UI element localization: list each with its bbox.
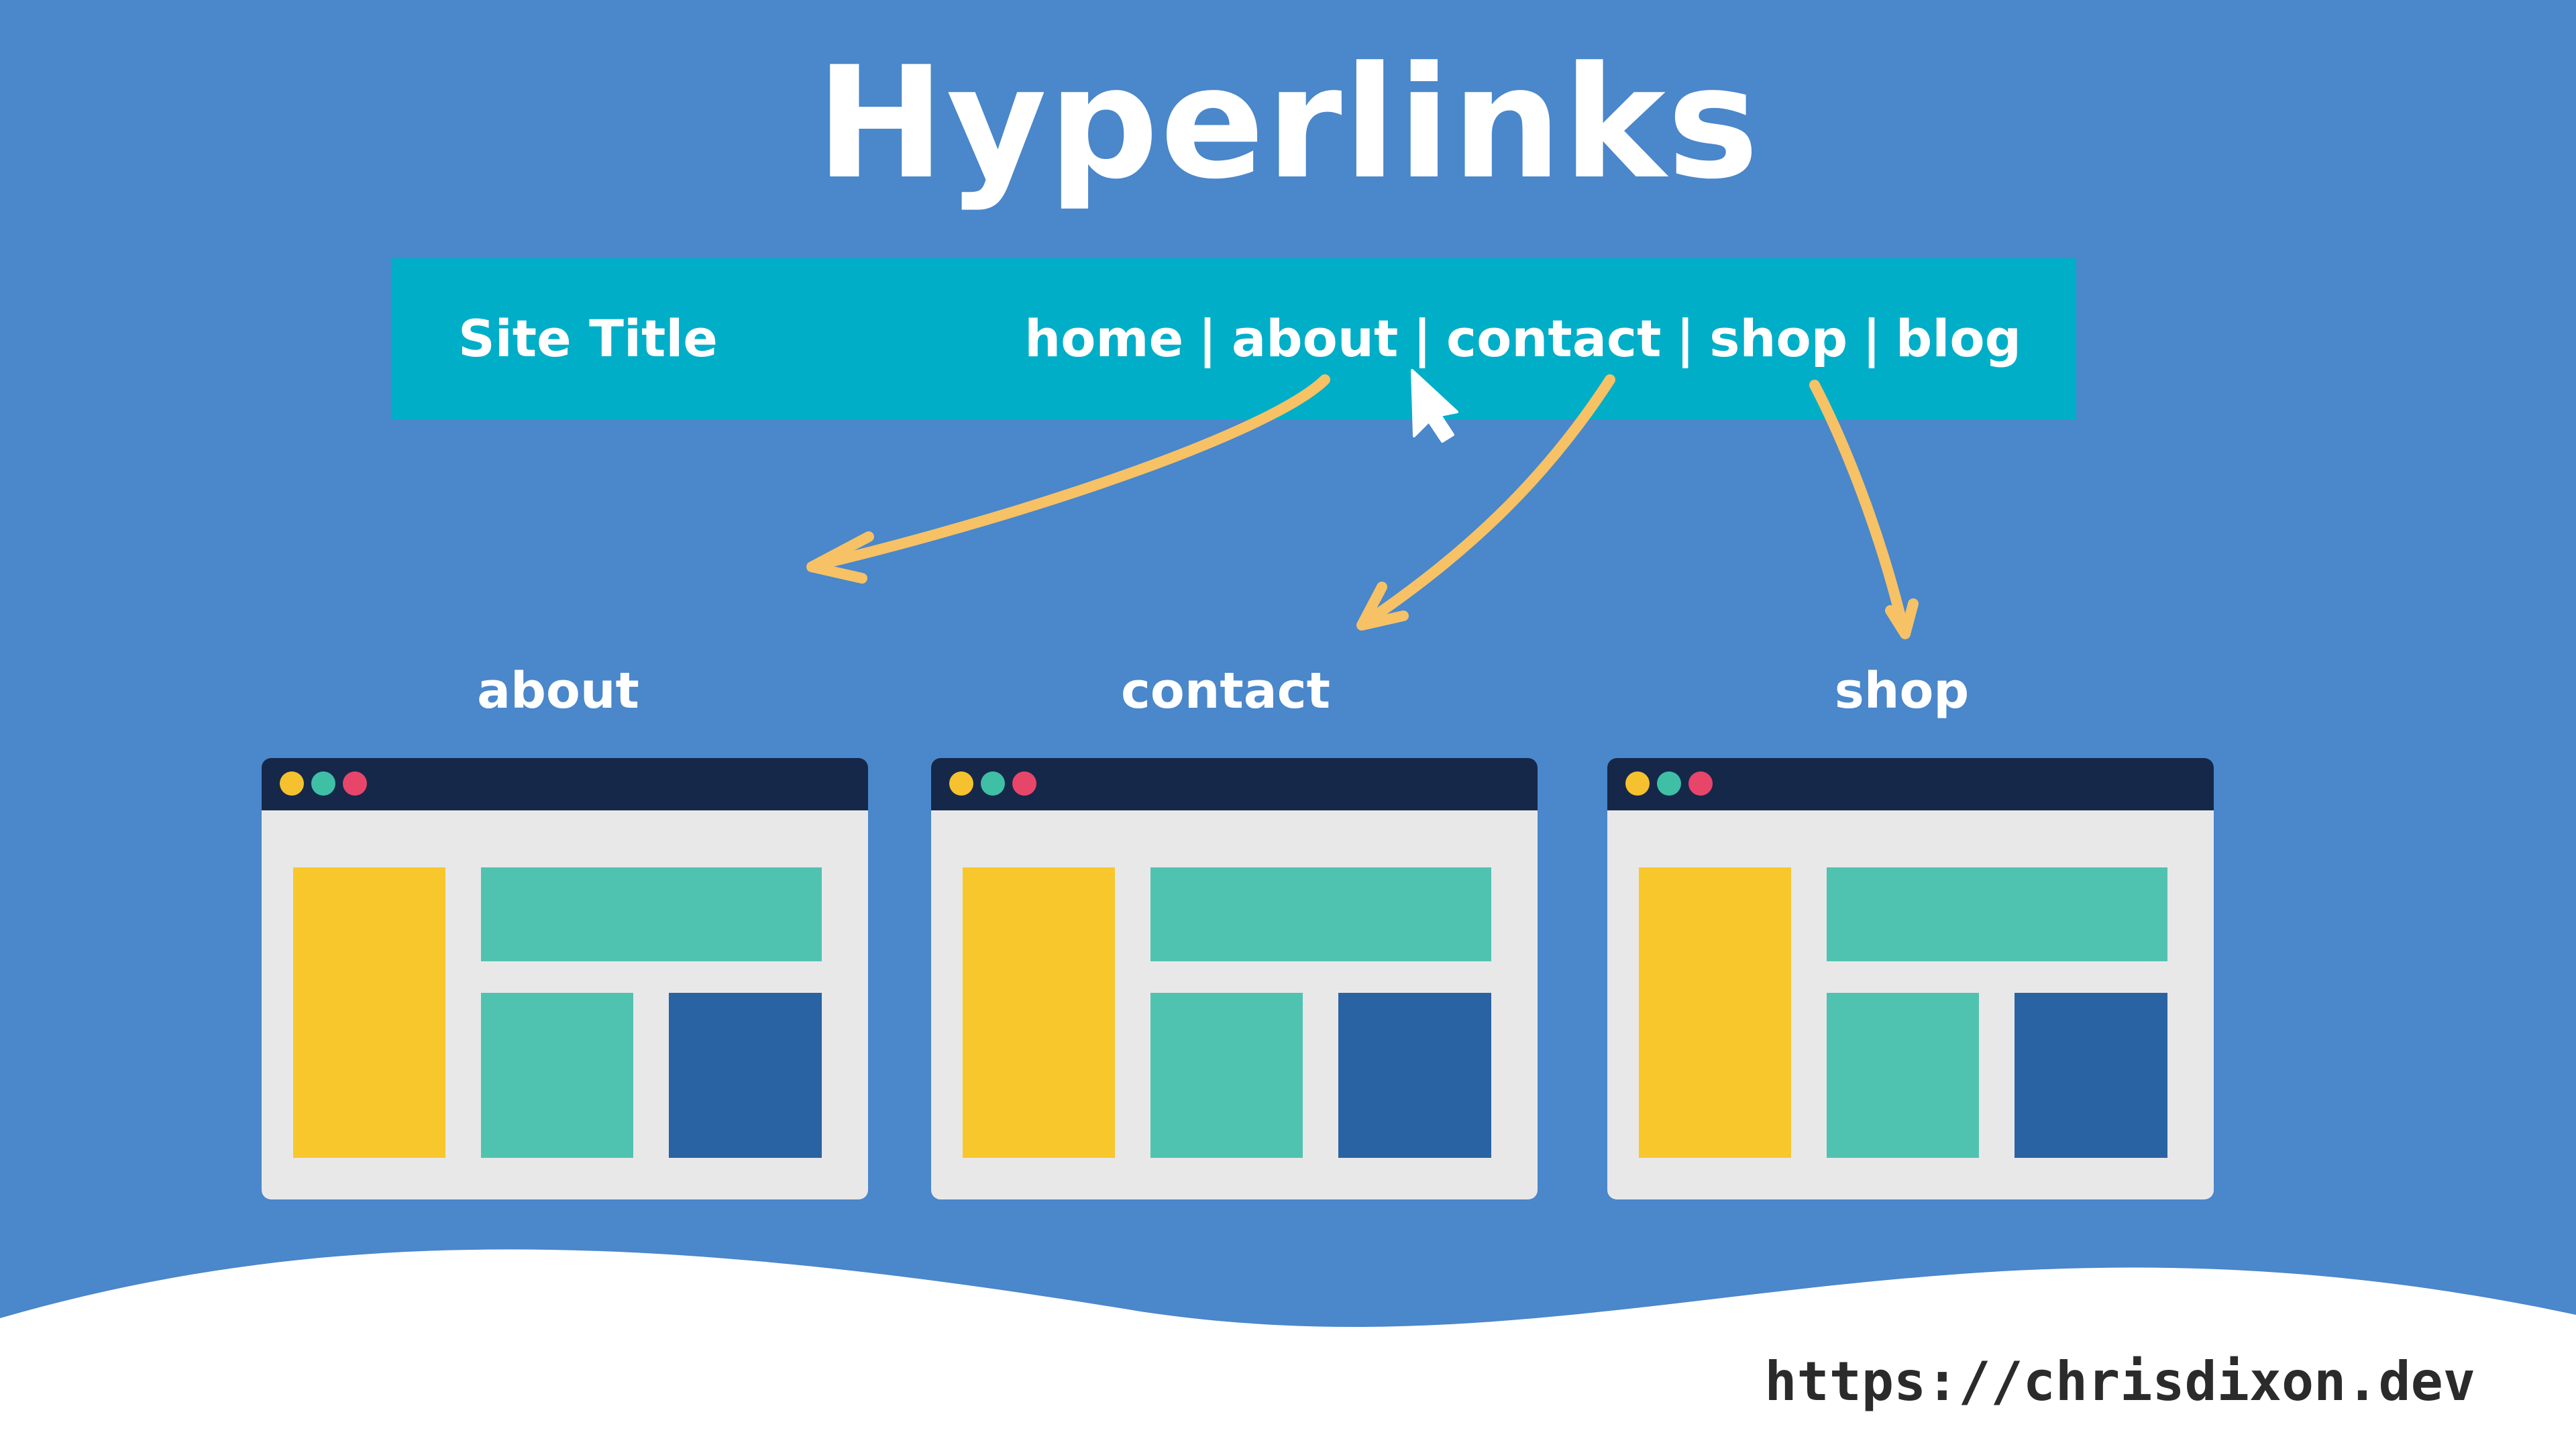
content-block xyxy=(1150,993,1303,1158)
dot-pink-icon xyxy=(1012,771,1036,796)
contact-page-window xyxy=(931,758,1538,1199)
header-block xyxy=(481,867,822,961)
content-block-blue xyxy=(1338,993,1491,1158)
dot-yellow-icon xyxy=(949,771,973,796)
cursor-icon xyxy=(1411,369,1458,443)
sidebar-block xyxy=(963,867,1115,1158)
arrow-to-about xyxy=(813,374,1330,570)
page-label-contact: contact xyxy=(1121,662,1330,720)
dot-pink-icon xyxy=(343,771,367,796)
dot-yellow-icon xyxy=(280,771,304,796)
dot-teal-icon xyxy=(311,771,335,796)
header-block xyxy=(1827,867,2167,961)
content-block-blue xyxy=(669,993,822,1158)
sidebar-block xyxy=(293,867,445,1158)
footer-url[interactable]: https://chrisdixon.dev xyxy=(1764,1345,2475,1419)
shop-page-window xyxy=(1607,758,2214,1199)
arrow-to-contact xyxy=(1360,374,1615,628)
window-title-bar xyxy=(262,758,868,810)
arrow-to-shop xyxy=(1809,380,1909,636)
dot-teal-icon xyxy=(1657,771,1681,796)
content-block xyxy=(1827,993,1979,1158)
content-block-blue xyxy=(2015,993,2167,1158)
content-block xyxy=(481,993,633,1158)
header-block xyxy=(1150,867,1491,961)
about-page-window xyxy=(262,758,868,1199)
dot-yellow-icon xyxy=(1625,771,1650,796)
dot-teal-icon xyxy=(981,771,1005,796)
window-title-bar xyxy=(931,758,1538,810)
sidebar-block xyxy=(1639,867,1791,1158)
page-label-about: about xyxy=(477,662,639,720)
dot-pink-icon xyxy=(1688,771,1713,796)
window-title-bar xyxy=(1607,758,2214,810)
page-label-shop: shop xyxy=(1834,662,1970,720)
